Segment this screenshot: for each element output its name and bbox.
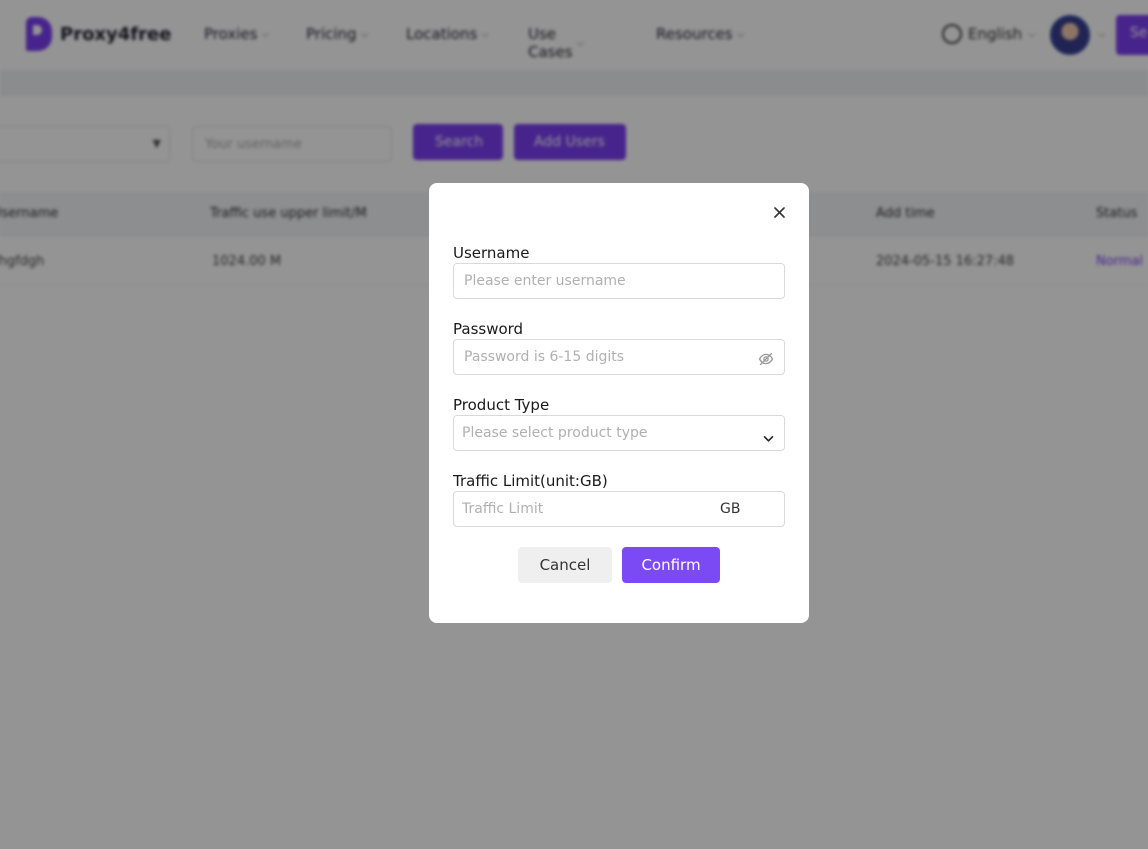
- username-input[interactable]: [454, 264, 784, 298]
- confirm-button[interactable]: Confirm: [622, 547, 720, 583]
- eye-off-icon[interactable]: [758, 351, 774, 370]
- traffic-unit: GB: [720, 501, 741, 517]
- password-input[interactable]: [454, 340, 784, 374]
- traffic-limit-field[interactable]: GB: [453, 491, 785, 527]
- traffic-limit-label: Traffic Limit(unit:GB): [453, 472, 608, 490]
- close-button[interactable]: [769, 202, 789, 222]
- product-type-placeholder: Please select product type: [462, 425, 648, 441]
- cancel-button[interactable]: Cancel: [518, 547, 612, 583]
- password-field[interactable]: [453, 339, 785, 375]
- close-icon: [773, 206, 785, 218]
- dialog-actions: Cancel Confirm: [518, 547, 720, 583]
- chevron-down-icon: [763, 428, 774, 447]
- username-field[interactable]: [453, 263, 785, 299]
- username-label: Username: [453, 244, 530, 262]
- product-type-label: Product Type: [453, 396, 550, 414]
- password-label: Password: [453, 320, 524, 338]
- add-user-form: Username Password Product Type Please se…: [453, 243, 785, 547]
- add-user-dialog: Username Password Product Type Please se…: [429, 183, 809, 623]
- product-type-select[interactable]: Please select product type: [453, 415, 785, 451]
